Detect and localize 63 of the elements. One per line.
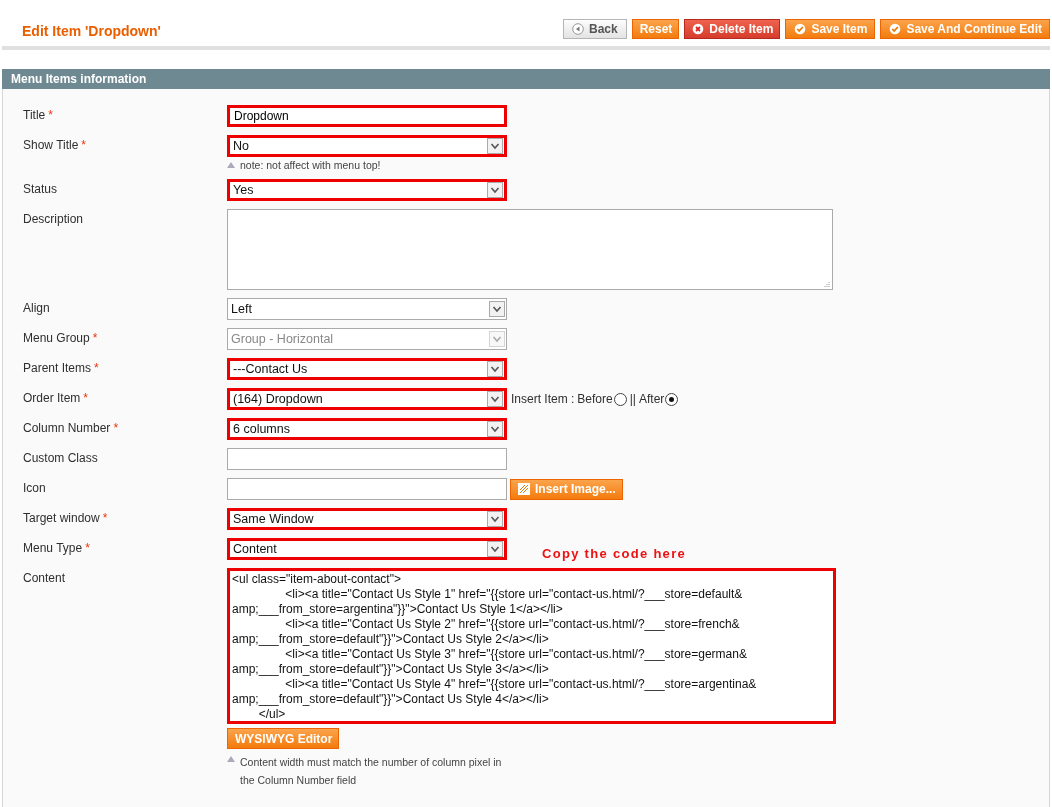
dropdown[interactable]: Yes bbox=[227, 179, 507, 201]
caret-icon bbox=[487, 361, 503, 377]
caret-icon bbox=[487, 182, 503, 198]
dropdown[interactable]: 6 columns bbox=[227, 418, 507, 440]
required-mark: * bbox=[92, 331, 98, 345]
triangle-icon bbox=[227, 162, 235, 168]
field-label: Content bbox=[23, 571, 66, 585]
field-label: Parent Items bbox=[23, 361, 92, 375]
field-label: Show Title bbox=[23, 138, 79, 152]
field-note: the Column Number field bbox=[240, 773, 358, 788]
resize-grip-icon bbox=[824, 281, 830, 287]
caret-icon bbox=[487, 138, 503, 154]
field-label: Status bbox=[23, 182, 58, 196]
text-area[interactable] bbox=[227, 209, 833, 290]
field-label: Custom Class bbox=[23, 451, 98, 465]
dropdown[interactable]: (164) Dropdown bbox=[227, 388, 507, 410]
field-label: Target window bbox=[23, 511, 100, 525]
text-field[interactable] bbox=[227, 448, 507, 470]
dropdown[interactable]: ---Contact Us bbox=[227, 358, 507, 380]
triangle-icon bbox=[227, 756, 235, 762]
page-title: Edit Item 'Dropdown' bbox=[22, 23, 161, 39]
section-header: Menu Items information bbox=[2, 69, 1050, 89]
radio-option[interactable]: After bbox=[638, 392, 679, 406]
field-label: Order Item bbox=[23, 391, 81, 405]
separator-text: || bbox=[629, 392, 636, 406]
field-label: Align bbox=[23, 301, 50, 315]
field-label: Description bbox=[23, 212, 84, 226]
caret-icon bbox=[489, 301, 505, 317]
field-label: Menu Type bbox=[23, 541, 83, 555]
toolbar-button[interactable]: Delete Item bbox=[684, 19, 781, 39]
field-label: Icon bbox=[23, 481, 46, 495]
close-icon bbox=[692, 23, 705, 35]
checkmark-icon bbox=[889, 23, 902, 35]
required-mark: * bbox=[81, 138, 87, 152]
checkmark-icon bbox=[794, 23, 807, 35]
required-mark: * bbox=[113, 421, 119, 435]
caret-icon bbox=[487, 511, 503, 527]
image-icon bbox=[518, 483, 530, 495]
field-label: Menu Group bbox=[23, 331, 90, 345]
field-label: Column Number bbox=[23, 421, 111, 435]
field-label: Title bbox=[23, 108, 46, 122]
insert-label: Insert Item : bbox=[511, 392, 575, 406]
required-mark: * bbox=[48, 108, 53, 122]
dropdown[interactable]: Content bbox=[227, 538, 507, 560]
dropdown[interactable]: Left bbox=[227, 298, 507, 320]
dropdown[interactable]: No bbox=[227, 135, 507, 157]
required-mark: * bbox=[85, 541, 90, 555]
required-mark: * bbox=[83, 391, 89, 405]
text-field[interactable]: Dropdown bbox=[227, 105, 507, 127]
code-text-area[interactable]: <ul class="item-about-contact"> <li><a title="Contact Us Style 1" href="{{store url="contact-us.html/?___store=default& amp;___from_store=argentina"}}">Contact Us Style 1</a></li> <li><a title="Contact Us Style 2" href="{{store url="contact-us.html/?___store=french& amp;___from_store=default"}}">Contact Us Style 2</a></li> <li><a title="Contact Us Style 3" href="{{store url="contact-us.html/?___store=german& amp;___from_store=default"}}">Contact Us Style 3</a></li> <li><a title="Contact Us Style 4" href="{{store url="contact-us.html/?___store=argentina& amp;___from_store=default"}}">Contact Us Style 4</a></li> </ul> bbox=[227, 568, 836, 724]
annotation-text: Copy the code here bbox=[542, 545, 687, 561]
toolbar-button[interactable]: Back bbox=[563, 19, 627, 39]
dropdown[interactable]: Same Window bbox=[227, 508, 507, 530]
field-note: Content width must match the number of column pixel in bbox=[240, 755, 502, 770]
caret-icon bbox=[487, 541, 503, 557]
field-note: note: not affect with menu top! bbox=[240, 159, 381, 171]
caret-icon bbox=[487, 421, 503, 437]
required-mark: * bbox=[102, 511, 108, 525]
radio-option[interactable]: Before bbox=[577, 392, 627, 406]
required-mark: * bbox=[94, 361, 99, 375]
caret-icon bbox=[487, 391, 503, 407]
text-field[interactable] bbox=[227, 478, 507, 500]
caret-icon bbox=[489, 331, 505, 347]
